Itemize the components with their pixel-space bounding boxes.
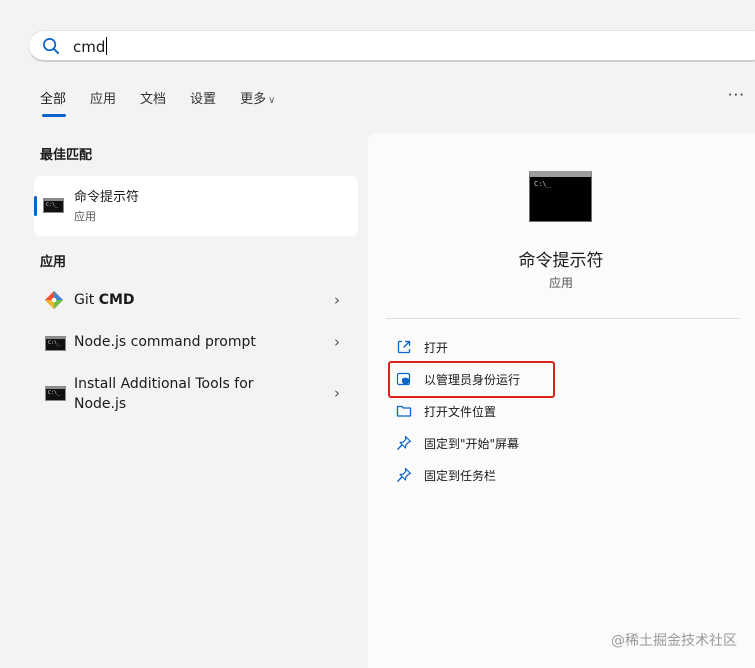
action-label: 打开 xyxy=(424,340,449,355)
app-item-label: Install Additional Tools for Node.js xyxy=(74,376,254,412)
search-input[interactable]: cmd xyxy=(73,37,108,56)
app-item-git-cmd[interactable]: Git CMD › xyxy=(34,286,358,316)
highlight-annotation xyxy=(388,361,555,398)
more-options-button[interactable]: ··· xyxy=(728,86,745,104)
git-icon xyxy=(45,291,63,309)
selection-indicator xyxy=(34,196,37,216)
tab-documents[interactable]: 文档 xyxy=(140,88,166,110)
action-label: 打开文件位置 xyxy=(424,404,497,419)
app-item-label: Git CMD xyxy=(74,292,135,308)
pin-icon xyxy=(397,467,412,482)
best-match-heading: 最佳匹配 xyxy=(40,148,93,163)
cmd-icon xyxy=(45,336,66,351)
folder-icon xyxy=(396,405,412,417)
tab-all[interactable]: 全部 xyxy=(40,88,67,117)
divider xyxy=(386,318,740,319)
apps-heading: 应用 xyxy=(40,255,67,270)
action-pin-to-taskbar[interactable]: 固定到任务栏 xyxy=(396,464,496,486)
cmd-icon-large xyxy=(529,171,592,222)
watermark: @稀土掘金技术社区 xyxy=(611,633,737,649)
search-icon xyxy=(43,38,60,55)
pin-icon xyxy=(397,435,412,450)
action-label: 固定到任务栏 xyxy=(424,468,497,483)
action-label: 固定到"开始"屏幕 xyxy=(424,436,520,451)
chevron-right-icon[interactable]: › xyxy=(334,291,340,309)
action-pin-to-start[interactable]: 固定到"开始"屏幕 xyxy=(396,432,519,454)
filter-tabs: 全部 应用 文档 设置 更多 ∨ xyxy=(40,88,299,117)
app-item-install-tools[interactable]: Install Additional Tools forNode.js › xyxy=(34,372,358,416)
app-item-label: Node.js command prompt xyxy=(74,334,256,350)
tab-more[interactable]: 更多 ∨ xyxy=(240,88,275,110)
chevron-right-icon[interactable]: › xyxy=(334,384,340,402)
app-item-node-prompt[interactable]: Node.js command prompt › xyxy=(34,328,358,358)
detail-panel: 命令提示符 应用 打开 以管理员身份运行 打开文件位置 固定到"开始"屏幕 xyxy=(368,133,755,668)
best-match-type: 应用 xyxy=(74,210,96,223)
chevron-down-icon: ∨ xyxy=(268,95,276,106)
search-box[interactable]: cmd xyxy=(28,30,755,62)
tab-apps[interactable]: 应用 xyxy=(90,88,116,110)
best-match-name: 命令提示符 xyxy=(74,190,140,205)
detail-name: 命令提示符 xyxy=(518,251,604,271)
best-match-item[interactable]: 命令提示符 应用 xyxy=(34,176,358,236)
action-open[interactable]: 打开 xyxy=(396,336,448,358)
detail-type: 应用 xyxy=(548,276,573,290)
chevron-right-icon[interactable]: › xyxy=(334,333,340,351)
cmd-icon xyxy=(43,198,64,213)
cmd-icon xyxy=(45,386,66,401)
open-icon xyxy=(397,340,411,354)
action-open-file-location[interactable]: 打开文件位置 xyxy=(396,400,496,422)
tab-settings[interactable]: 设置 xyxy=(190,88,216,110)
